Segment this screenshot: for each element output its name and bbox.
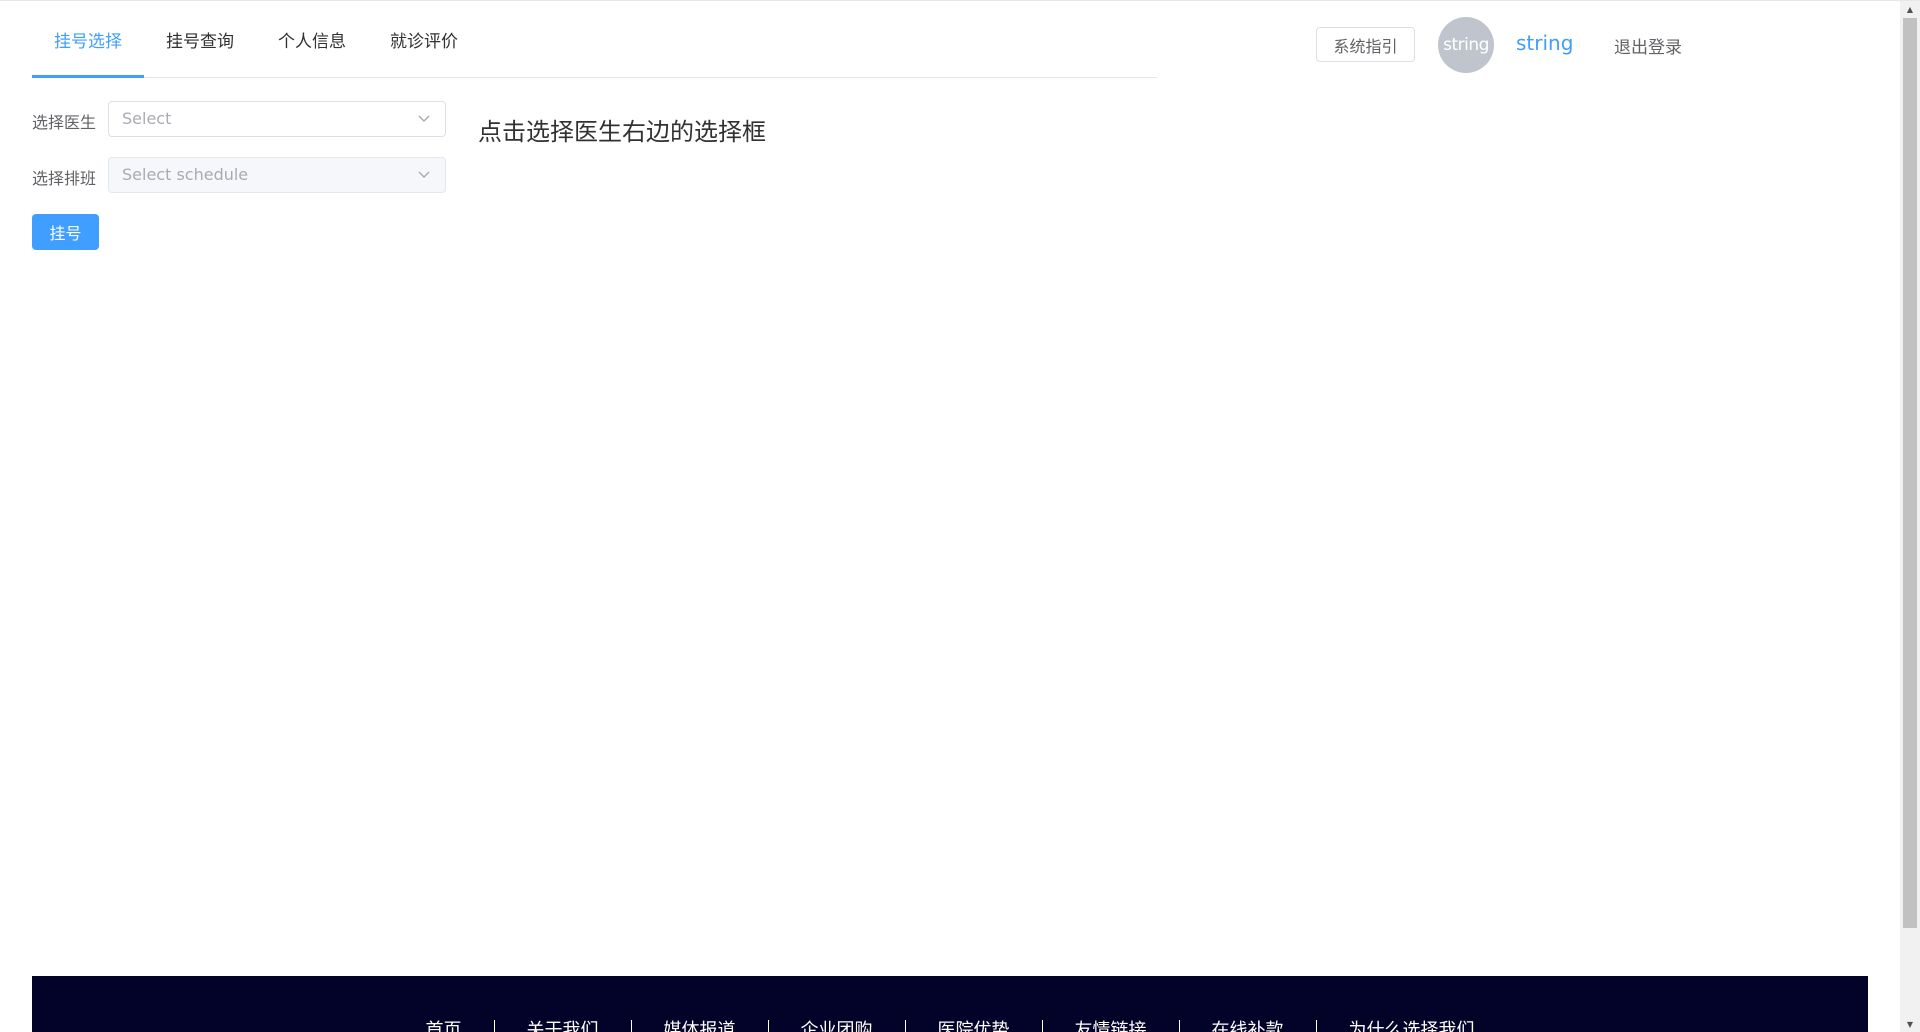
page: 挂号选择 挂号查询 个人信息 就诊评价 系统指引 string string 退…	[0, 0, 1920, 1032]
username-link[interactable]: string	[1516, 31, 1573, 55]
footer-separator	[493, 1020, 495, 1032]
footer-link-payment[interactable]: 在线补款	[1212, 1016, 1284, 1032]
chevron-down-icon	[418, 171, 430, 178]
footer-link-home[interactable]: 首页	[426, 1016, 462, 1032]
tab-label: 挂号查询	[166, 31, 234, 52]
schedule-select-placeholder: Select schedule	[122, 165, 249, 184]
schedule-label: 选择排班	[32, 169, 97, 188]
logout-link[interactable]: 退出登录	[1614, 33, 1682, 58]
schedule-select[interactable]: Select schedule	[108, 157, 446, 193]
hint-text: 点击选择医生右边的选择框	[478, 118, 766, 146]
doctor-label: 选择医生	[32, 113, 97, 132]
vertical-scrollbar[interactable]: ▲ ▼	[1900, 1, 1920, 1032]
tab-label: 就诊评价	[390, 31, 458, 52]
footer-link-about[interactable]: 关于我们	[527, 1016, 599, 1032]
avatar[interactable]: string	[1438, 17, 1494, 73]
tab-registration-select[interactable]: 挂号选择	[32, 1, 144, 78]
footer-link-why-us[interactable]: 为什么选择我们	[1349, 1016, 1475, 1032]
footer-nav: 首页 关于我们 媒体报道 企业团购 医院优势 友情链接 在线补款 为什么选择我们	[32, 1016, 1868, 1032]
tab-label: 个人信息	[278, 31, 346, 52]
tab-visit-review[interactable]: 就诊评价	[368, 1, 480, 77]
doctor-select[interactable]: Select	[108, 101, 446, 137]
footer-separator	[1041, 1020, 1043, 1032]
footer-link-group-buy[interactable]: 企业团购	[801, 1016, 873, 1032]
tab-bar: 挂号选择 挂号查询 个人信息 就诊评价	[32, 1, 1157, 78]
footer-link-advantages[interactable]: 医院优势	[938, 1016, 1010, 1032]
footer-link-media[interactable]: 媒体报道	[664, 1016, 736, 1032]
doctor-select-placeholder: Select	[122, 109, 172, 128]
tab-label: 挂号选择	[54, 31, 122, 52]
footer-separator	[904, 1020, 906, 1032]
footer-link-friends[interactable]: 友情链接	[1075, 1016, 1147, 1032]
scroll-down-arrow-icon[interactable]: ▼	[1900, 1016, 1920, 1032]
system-guide-button[interactable]: 系统指引	[1316, 27, 1415, 62]
tab-registration-query[interactable]: 挂号查询	[144, 1, 256, 77]
register-button[interactable]: 挂号	[32, 214, 99, 250]
tab-personal-info[interactable]: 个人信息	[256, 1, 368, 77]
scroll-up-arrow-icon[interactable]: ▲	[1900, 1, 1920, 18]
footer-separator	[630, 1020, 632, 1032]
scrollbar-thumb[interactable]	[1903, 18, 1917, 928]
footer-separator	[1315, 1020, 1317, 1032]
footer-separator	[767, 1020, 769, 1032]
footer: 首页 关于我们 媒体报道 企业团购 医院优势 友情链接 在线补款 为什么选择我们	[32, 976, 1868, 1032]
footer-separator	[1178, 1020, 1180, 1032]
chevron-down-icon	[418, 115, 430, 122]
